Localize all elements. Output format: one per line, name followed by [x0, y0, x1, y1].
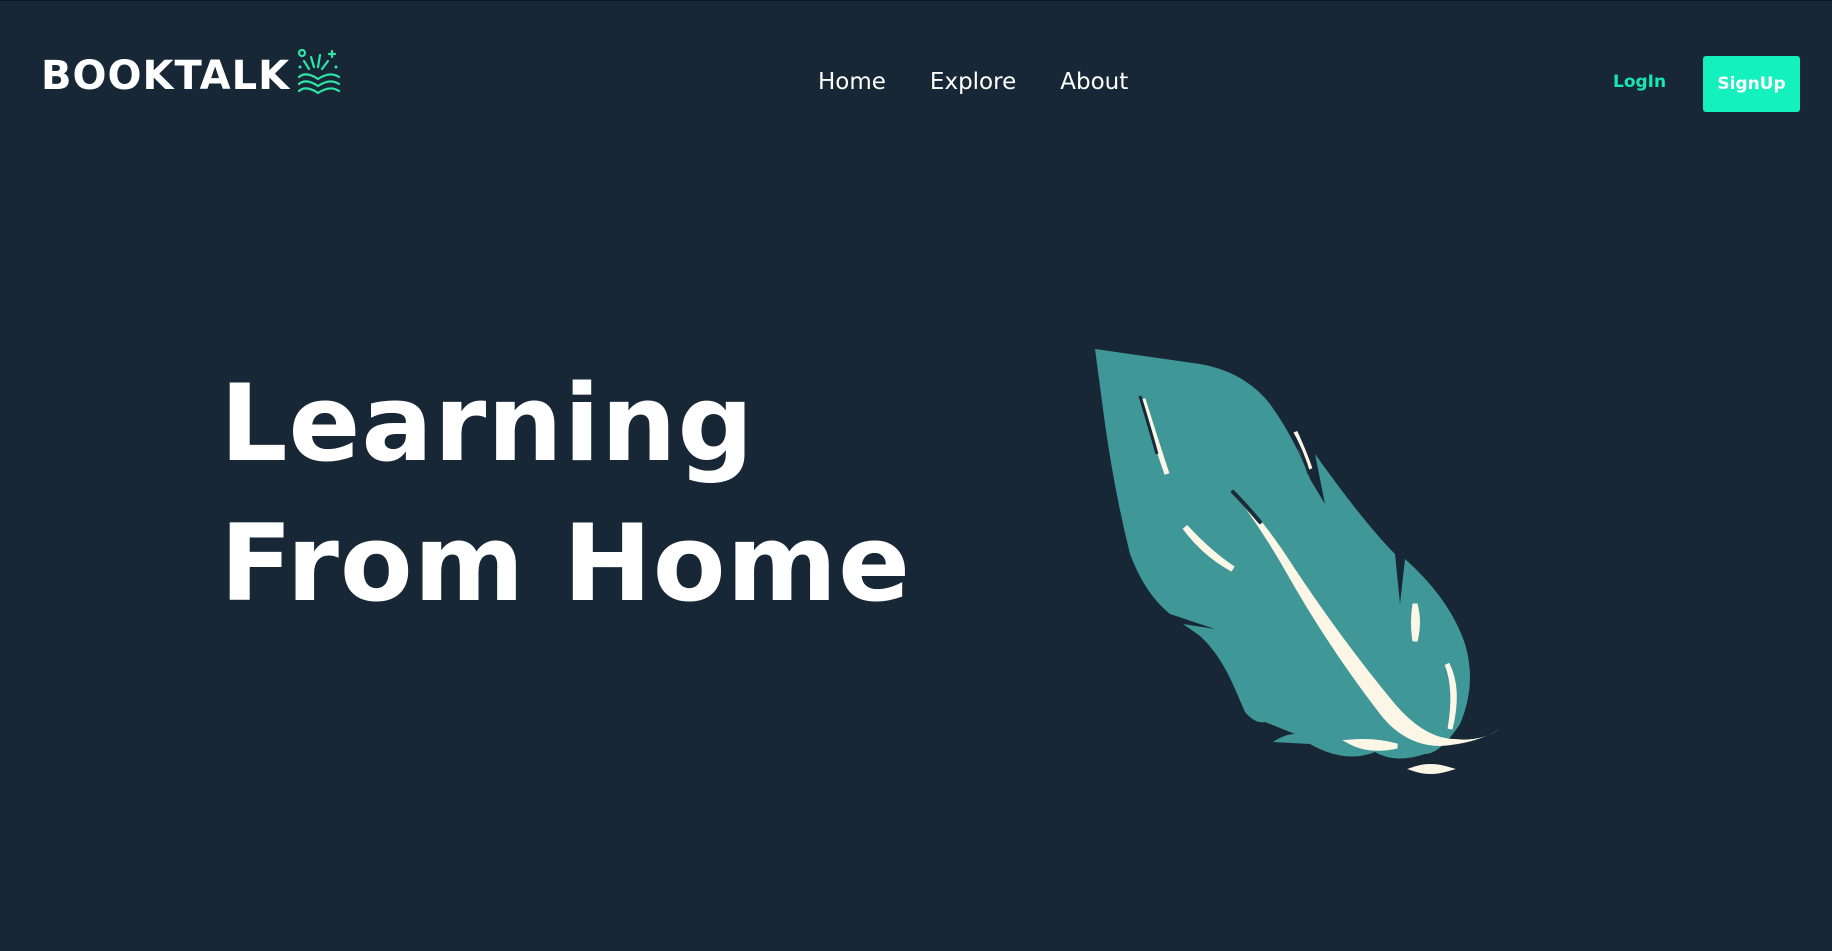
brand-name: BOOKTALK	[41, 53, 291, 99]
brand-logo[interactable]: BOOKTALK	[41, 48, 342, 99]
nav-explore-link[interactable]: Explore	[930, 69, 1016, 95]
landing-page: BOOKTALK Home Explore About LogIn SignUp…	[0, 0, 1832, 951]
main-nav: Home Explore About	[818, 69, 1128, 95]
hero-title-line-2: From Home	[220, 502, 911, 625]
login-link[interactable]: LogIn	[1613, 72, 1666, 92]
signup-button[interactable]: SignUp	[1703, 56, 1800, 112]
navbar: BOOKTALK Home Explore About LogIn SignUp	[0, 1, 1832, 166]
hero-title-line-1: Learning	[220, 362, 755, 485]
nav-home-link[interactable]: Home	[818, 69, 886, 95]
open-book-sparkle-icon	[298, 48, 341, 95]
nav-about-link[interactable]: About	[1060, 69, 1128, 95]
hero-title: Learning From Home	[220, 354, 911, 634]
feather-icon	[1095, 349, 1500, 774]
